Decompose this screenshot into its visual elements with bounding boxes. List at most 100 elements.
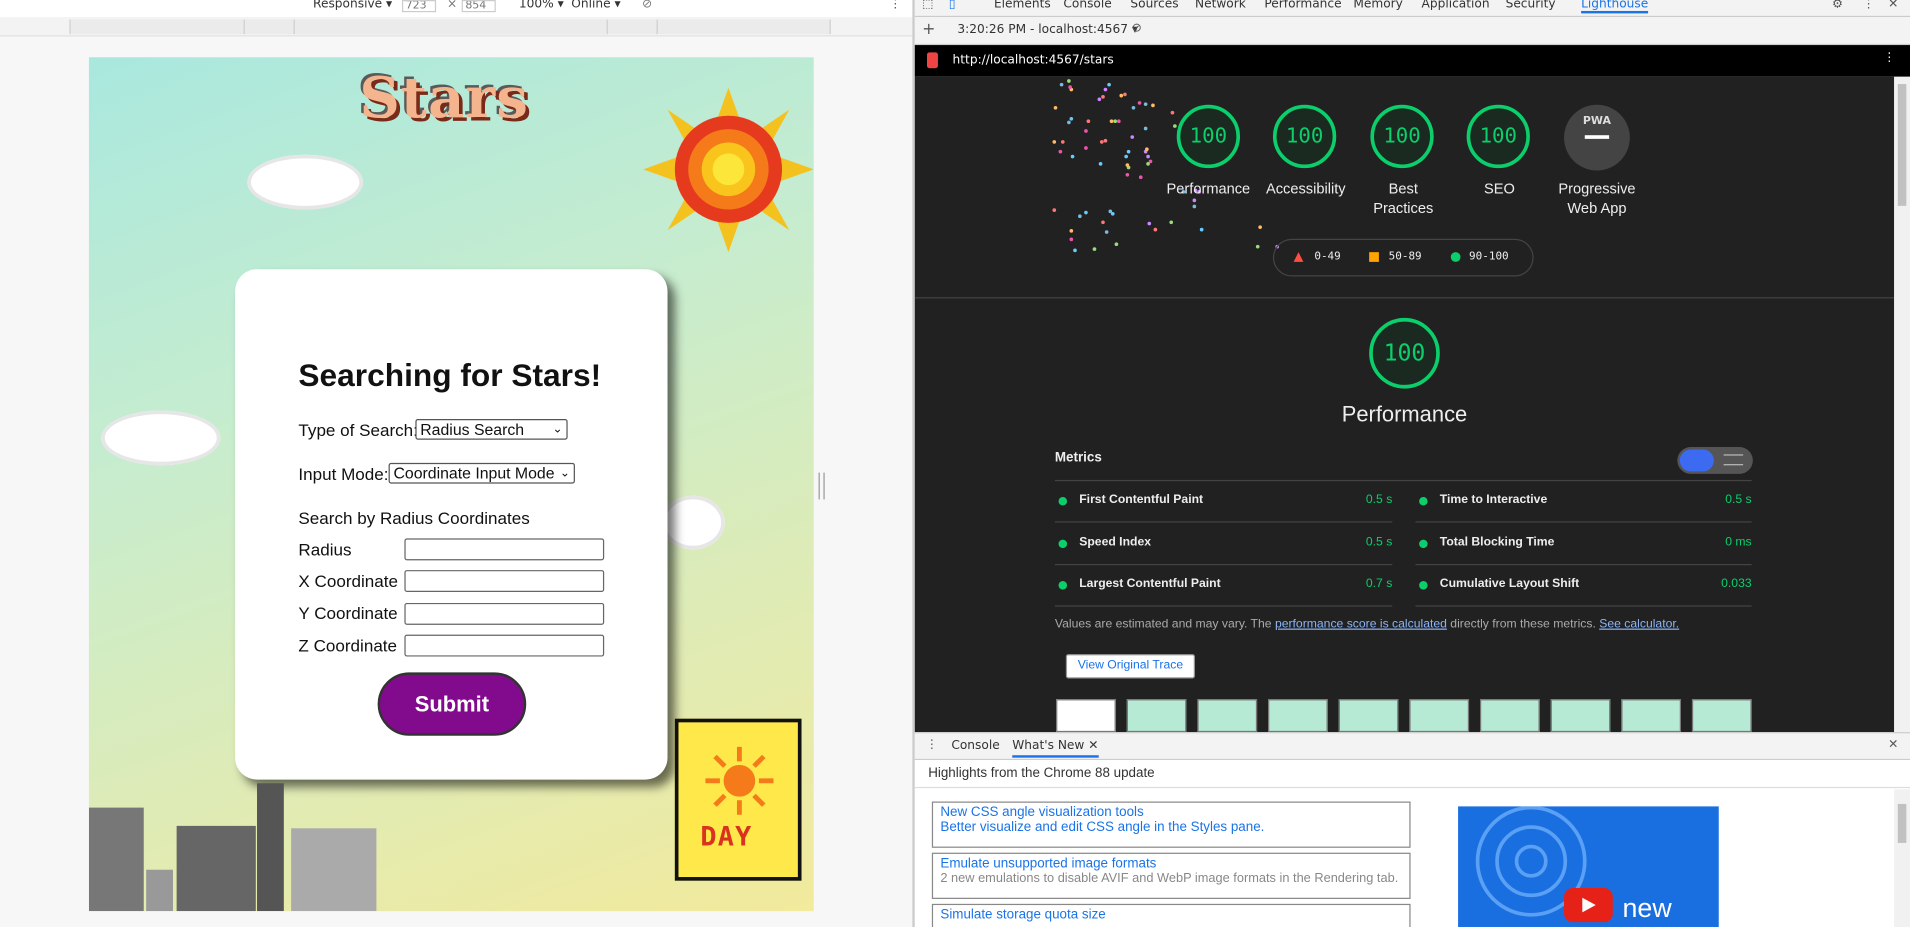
- ruler-segment[interactable]: [293, 19, 608, 35]
- video-thumbnail[interactable]: new: [1458, 806, 1719, 927]
- see-calculator-link[interactable]: See calculator.: [1599, 618, 1679, 631]
- confetti-dot: [1139, 174, 1143, 179]
- y-coordinate-input[interactable]: [404, 602, 605, 625]
- device-toggle-icon[interactable]: ▯: [949, 0, 956, 11]
- pwa-badge-label: PWA: [1582, 115, 1612, 128]
- rotate-icon[interactable]: ⊘: [642, 0, 652, 11]
- confetti-dot: [1084, 146, 1089, 150]
- compact-view-icon[interactable]: [1679, 449, 1714, 472]
- drawer-scrollbar[interactable]: [1894, 789, 1910, 927]
- filmstrip-thumbnail: [1621, 699, 1681, 733]
- confetti-dot: [1199, 227, 1204, 232]
- confetti-dot: [1122, 92, 1127, 96]
- confetti-dot: [1060, 139, 1065, 144]
- confetti-dot: [1114, 242, 1119, 246]
- zoom-select[interactable]: 100% ▾: [519, 0, 564, 11]
- clear-icon[interactable]: ⊘: [1132, 22, 1142, 35]
- confetti-dot: [1059, 82, 1064, 87]
- score-gauge-performance[interactable]: 100: [1176, 104, 1241, 169]
- tab-security[interactable]: Security: [1506, 0, 1556, 11]
- tab-lighthouse[interactable]: Lighthouse: [1581, 0, 1649, 14]
- item-title: New CSS angle visualization tools: [940, 805, 1144, 820]
- scrollbar-thumb[interactable]: [1897, 803, 1907, 843]
- tab-elements[interactable]: Elements: [994, 0, 1051, 11]
- metric-row: First Contentful Paint 0.5 s: [1054, 481, 1393, 523]
- confetti-dot: [1069, 237, 1074, 241]
- device-mode-select[interactable]: Responsive ▾: [313, 0, 392, 11]
- add-icon[interactable]: +: [922, 21, 935, 39]
- tab-performance[interactable]: Performance: [1264, 0, 1341, 11]
- app-page: Stars Searching for Stars! Type of Searc…: [88, 57, 814, 912]
- x-coordinate-input[interactable]: [404, 570, 605, 593]
- whats-new-item[interactable]: Simulate storage quota size: [931, 903, 1411, 927]
- filmstrip-thumbnail: [1268, 699, 1328, 733]
- tab-network[interactable]: Network: [1195, 0, 1246, 11]
- pwa-dash-icon: [1584, 135, 1610, 139]
- expanded-view-icon[interactable]: [1723, 454, 1744, 466]
- day-mode-toggle[interactable]: DAY: [674, 718, 802, 881]
- pwa-badge[interactable]: PWA: [1564, 104, 1630, 171]
- pass-circle-icon: [1450, 252, 1461, 262]
- confetti-dot: [1098, 162, 1103, 167]
- drawer-tab-console[interactable]: Console: [951, 739, 999, 752]
- confetti-dot: [1068, 229, 1073, 233]
- more-options-icon[interactable]: ⋮: [1862, 0, 1874, 11]
- input-mode-value: Coordinate Input Mode: [393, 464, 555, 483]
- score-gauge-seo[interactable]: 100: [1466, 104, 1530, 169]
- z-coordinate-input[interactable]: [404, 634, 605, 657]
- chevron-down-icon: ⌄: [552, 422, 563, 437]
- report-scrollbar[interactable]: [1894, 76, 1910, 733]
- scrollbar-thumb[interactable]: [1897, 84, 1907, 206]
- drawer-menu-icon[interactable]: ⋮: [926, 738, 938, 751]
- input-mode-select[interactable]: Coordinate Input Mode ⌄: [388, 462, 575, 484]
- tab-sources[interactable]: Sources: [1130, 0, 1178, 11]
- confetti-dot: [1144, 127, 1148, 131]
- metrics-view-toggle[interactable]: [1677, 447, 1753, 474]
- more-options-icon[interactable]: ⋮: [889, 0, 901, 11]
- score-gauge-accessibility[interactable]: 100: [1272, 104, 1337, 169]
- inspect-icon[interactable]: ⬚: [922, 0, 934, 11]
- more-options-icon[interactable]: ⋮: [1883, 51, 1895, 64]
- tab-console[interactable]: Console: [1063, 0, 1111, 11]
- gear-icon[interactable]: ⚙: [1832, 0, 1843, 11]
- play-button-icon[interactable]: [1564, 888, 1613, 923]
- confetti-dot: [1054, 105, 1058, 110]
- radius-input[interactable]: [404, 538, 605, 561]
- height-input[interactable]: [461, 0, 496, 13]
- divider: [914, 297, 1895, 299]
- whats-new-item[interactable]: Emulate unsupported image formats 2 new e…: [931, 852, 1411, 899]
- score-label: Performance: [1166, 180, 1251, 198]
- metric-row: Time to Interactive 0.5 s: [1415, 481, 1752, 523]
- metrics-title: Metrics: [1054, 450, 1102, 466]
- close-icon[interactable]: ✕: [1088, 739, 1098, 752]
- pass-circle-icon: [1058, 539, 1068, 549]
- network-throttle-select[interactable]: Online ▾: [571, 0, 620, 11]
- view-trace-button[interactable]: View Original Trace: [1065, 654, 1195, 679]
- tab-application[interactable]: Application: [1422, 0, 1490, 11]
- building-image: [88, 807, 144, 912]
- performance-title: Performance: [1341, 401, 1468, 427]
- submit-button[interactable]: Submit: [377, 672, 527, 736]
- resize-handle[interactable]: [818, 472, 825, 500]
- confetti-dot: [1148, 159, 1153, 163]
- page-title: Searching for Stars!: [298, 356, 602, 394]
- metric-value: 0.033: [1721, 577, 1752, 591]
- pass-circle-icon: [1419, 496, 1428, 506]
- search-type-select[interactable]: Radius Search ⌄: [415, 419, 568, 440]
- metric-row: Cumulative Layout Shift 0.033: [1415, 565, 1752, 607]
- drawer-tab-whats-new[interactable]: What's New ✕: [1012, 739, 1099, 758]
- close-icon[interactable]: ✕: [1888, 0, 1898, 11]
- cloud-image: [247, 154, 363, 210]
- score-calculated-link[interactable]: performance score is calculated: [1275, 618, 1447, 631]
- score-gauge-best-practices[interactable]: 100: [1370, 104, 1434, 169]
- building-image: [257, 783, 284, 912]
- confetti-dot: [1137, 101, 1142, 106]
- whats-new-item[interactable]: New CSS angle visualization tools Better …: [931, 801, 1411, 848]
- tab-memory[interactable]: Memory: [1353, 0, 1403, 11]
- width-input[interactable]: [401, 0, 437, 13]
- divider: [914, 786, 1910, 789]
- close-drawer-icon[interactable]: ✕: [1888, 738, 1898, 751]
- report-select[interactable]: 3:20:26 PM - localhost:4567 ▾: [957, 23, 1138, 36]
- confetti-dot: [1066, 120, 1071, 125]
- lighthouse-toolbar: + 3:20:26 PM - localhost:4567 ▾ ⊘: [914, 17, 1910, 46]
